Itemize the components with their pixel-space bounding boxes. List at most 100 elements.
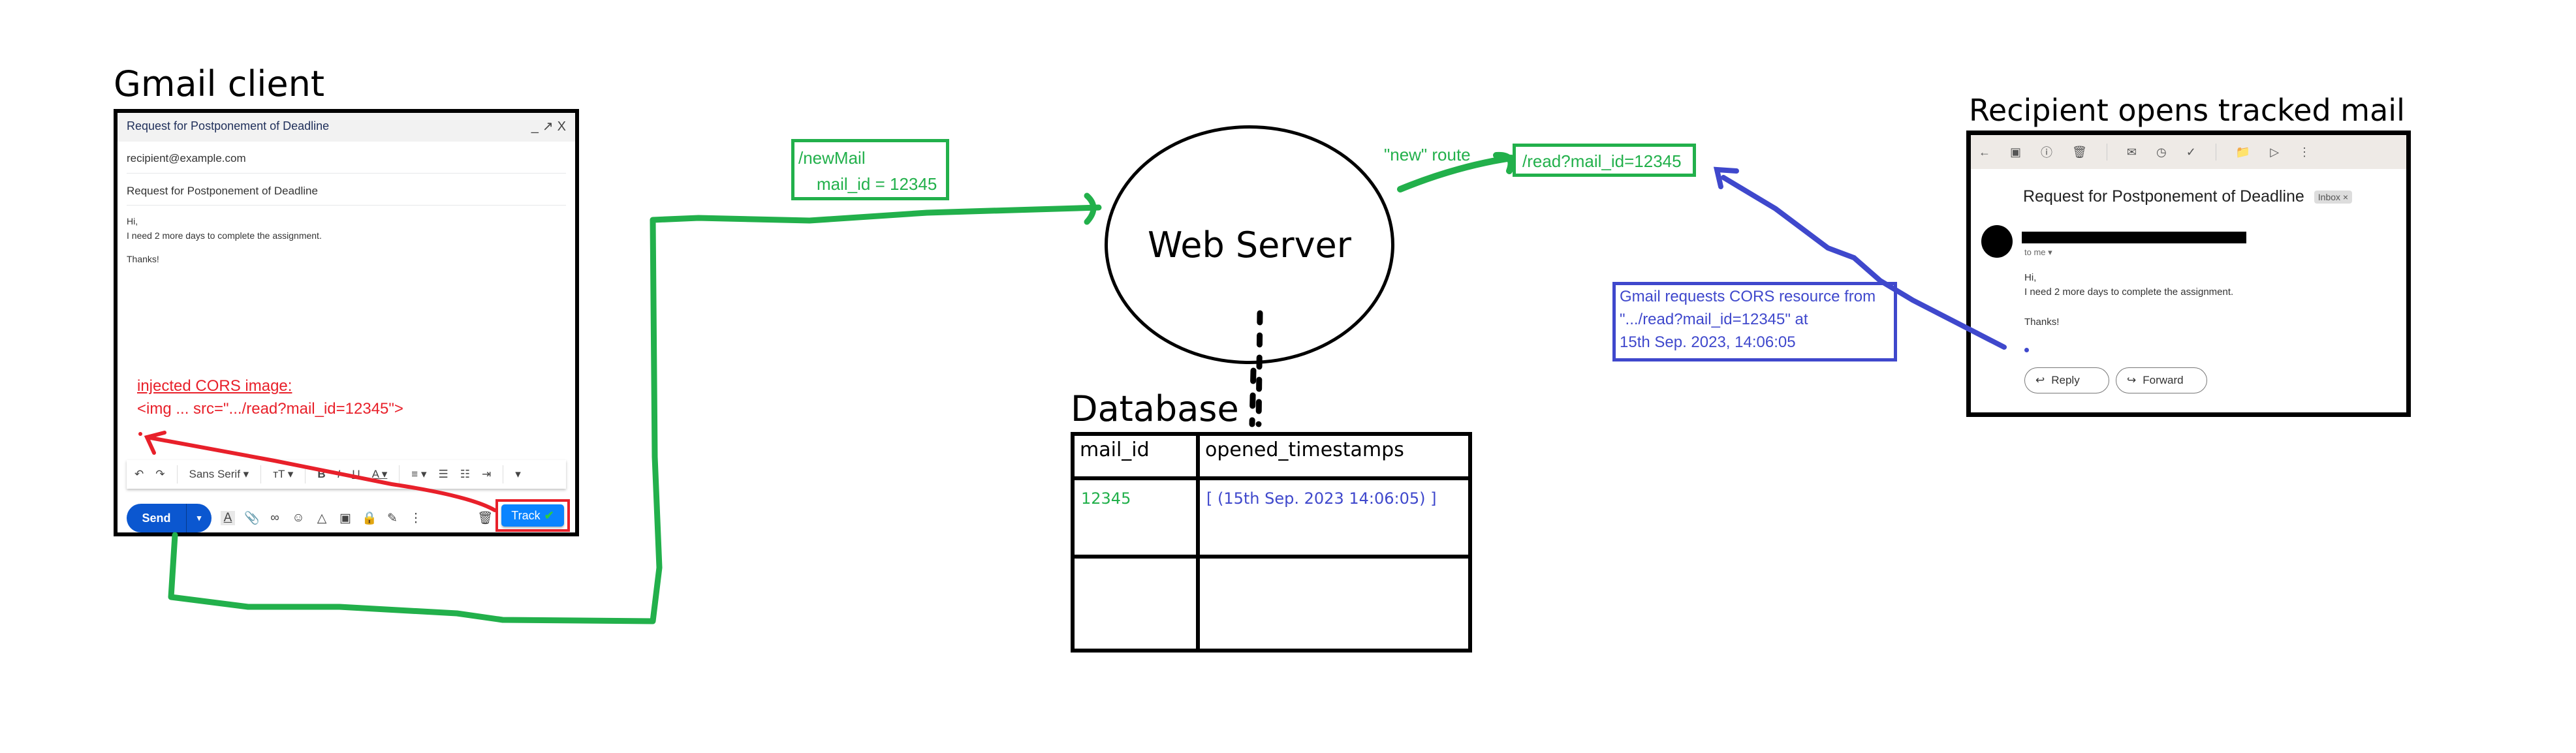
font-name: Sans Serif (189, 468, 240, 480)
back-arrow-icon[interactable]: ← (1979, 146, 1990, 159)
photo-icon[interactable]: ▣ (338, 511, 353, 526)
inbox-label-chip[interactable]: Inbox × (2314, 191, 2353, 204)
track-label: Track (511, 508, 541, 522)
message-subject: Request for Postponement of Deadline Inb… (2023, 187, 2353, 206)
injected-cors-label: injected CORS image: (137, 377, 292, 395)
window-controls[interactable]: _↗X (531, 118, 570, 134)
drive-icon[interactable]: △ (315, 511, 329, 526)
cell-mail-id: 12345 (1071, 476, 1200, 559)
mark-unread-icon[interactable]: ✉ (2127, 146, 2137, 159)
confidential-icon[interactable]: 🔒 (362, 510, 377, 526)
read-route-box: /read?mail_id=12345 (1513, 144, 1696, 177)
font-select[interactable]: Sans Serif ▾ (189, 468, 249, 481)
body-line: Hi, (2024, 272, 2037, 283)
body-line: I need 2 more days to complete the assig… (2024, 286, 2234, 298)
snooze-icon[interactable]: ◷ (2156, 146, 2167, 159)
more-icon[interactable]: ⋮ (409, 511, 423, 526)
send-button[interactable]: Send ▾ (127, 504, 212, 532)
subject-text: Request for Postponement of Deadline (2023, 187, 2304, 206)
new-mail-id: mail_id = 12345 (817, 174, 937, 194)
recipient-gmail-window: ← ▣ ⓘ 🗑 ✉ ◷ ✓ 📁 ▷ ⋮ Request for Postpone… (1966, 131, 2411, 417)
arrowhead (1084, 192, 1097, 225)
web-server-node: Web Server (1105, 125, 1394, 364)
font-size-icon[interactable]: ᴛT ▾ (273, 468, 293, 481)
database-heading: Database (1071, 388, 1239, 429)
expand-icon[interactable]: ↗ (542, 119, 558, 134)
cell-opened-timestamps: [ (15th Sep. 2023 14:06:05) ] (1196, 476, 1472, 559)
underline-icon[interactable]: U (352, 468, 360, 481)
attach-icon[interactable]: 📎 (244, 510, 260, 526)
send-options-chevron-icon[interactable]: ▾ (186, 504, 212, 532)
forward-icon: ↪ (2127, 374, 2137, 386)
table-header-row: mail_id opened_timestamps (1071, 432, 1472, 480)
divider (127, 173, 566, 174)
arrowhead (1713, 166, 1739, 189)
body-line: I need 2 more days to complete the assig… (127, 230, 322, 241)
divider (127, 205, 566, 206)
compose-titlebar: Request for Postponement of Deadline _↗X (118, 113, 575, 142)
sender-name-redacted (2022, 232, 2246, 243)
cell-mail-id (1071, 555, 1200, 653)
new-route-label: "new" route (1384, 145, 1471, 164)
dotted-line (1249, 367, 1257, 427)
arrowhead (1493, 151, 1515, 174)
minimize-icon[interactable]: _ (531, 119, 542, 134)
add-task-icon[interactable]: ✓ (2186, 146, 2196, 159)
archive-icon[interactable]: ▣ (2010, 146, 2021, 159)
column-header-mail-id: mail_id (1071, 432, 1200, 480)
indent-icon[interactable]: ⇥ (482, 468, 491, 481)
undo-icon[interactable]: ↶ (134, 468, 144, 481)
compose-title: Request for Postponement of Deadline (127, 119, 330, 132)
signature-icon[interactable]: ✎ (385, 511, 400, 526)
numbered-list-icon[interactable]: ☰ (438, 468, 448, 481)
body-line: Thanks! (2024, 316, 2060, 328)
bulleted-list-icon[interactable]: ☷ (460, 468, 470, 481)
report-spam-icon[interactable]: ⓘ (2041, 144, 2052, 161)
bold-icon[interactable]: B (317, 468, 325, 481)
trash-icon[interactable]: 🗑 (477, 510, 493, 526)
separator (176, 465, 178, 484)
reply-icon: ↩ (2035, 374, 2045, 386)
web-server-label: Web Server (1148, 224, 1351, 266)
text-color-icon[interactable]: A ▾ (372, 468, 388, 481)
forward-label: Forward (2143, 374, 2184, 386)
check-icon: ✔ (544, 508, 554, 522)
formatting-icon[interactable]: A (221, 511, 235, 525)
new-mail-route: /newMail (798, 148, 866, 168)
compose-bottom-bar: Send ▾ A 📎 ∞ ☺ △ ▣ 🔒 ✎ ⋮ 🗑 Track ✔ (127, 499, 570, 533)
column-header-opened-timestamps: opened_timestamps (1196, 432, 1472, 480)
to-field[interactable]: recipient@example.com (127, 152, 246, 165)
note-line: 15th Sep. 2023, 14:06:05 (1620, 333, 1796, 351)
reply-button[interactable]: ↩ Reply (2024, 367, 2109, 393)
cors-request-note: Gmail requests CORS resource from ".../r… (1612, 282, 1897, 361)
new-mail-route-box: /newMail mail_id = 12345 (791, 139, 949, 200)
loaded-tracking-pixel (2024, 348, 2029, 352)
to-me-dropdown[interactable]: to me ▾ (2024, 247, 2052, 258)
injected-cors-code: <img ... src=".../read?mail_id=12345"> (137, 400, 403, 418)
trash-icon[interactable]: 🗑 (2072, 146, 2087, 159)
body-line: Thanks! (127, 254, 159, 264)
align-icon[interactable]: ≡ ▾ (411, 468, 426, 481)
recipient-heading: Recipient opens tracked mail (1969, 93, 2405, 128)
gmail-client-heading: Gmail client (114, 63, 325, 104)
emoji-icon[interactable]: ☺ (291, 511, 306, 525)
close-icon[interactable]: X (558, 119, 570, 134)
track-button[interactable]: Track ✔ (501, 504, 564, 527)
more-icon[interactable]: ⋮ (2299, 146, 2310, 159)
tracking-pixel-dot (138, 432, 142, 436)
separator (260, 465, 262, 484)
separator (305, 465, 306, 484)
table-row: 12345 [ (15th Sep. 2023 14:06:05) ] (1071, 476, 1472, 559)
gmail-compose-window: Request for Postponement of Deadline _↗X… (114, 109, 579, 536)
redo-icon[interactable]: ↷ (155, 468, 165, 481)
sender-avatar (1981, 225, 2013, 258)
note-line: Gmail requests CORS resource from (1620, 288, 1876, 305)
subject-field[interactable]: Request for Postponement of Deadline (127, 185, 318, 198)
label-icon[interactable]: ▷ (2270, 146, 2279, 159)
more-formatting-icon[interactable]: ▾ (515, 468, 521, 481)
database-table: mail_id opened_timestamps 12345 [ (15th … (1071, 432, 1472, 653)
forward-button[interactable]: ↪ Forward (2116, 367, 2207, 393)
link-icon[interactable]: ∞ (268, 511, 282, 525)
move-to-icon[interactable]: 📁 (2236, 146, 2250, 159)
italic-icon[interactable]: I (338, 468, 341, 481)
